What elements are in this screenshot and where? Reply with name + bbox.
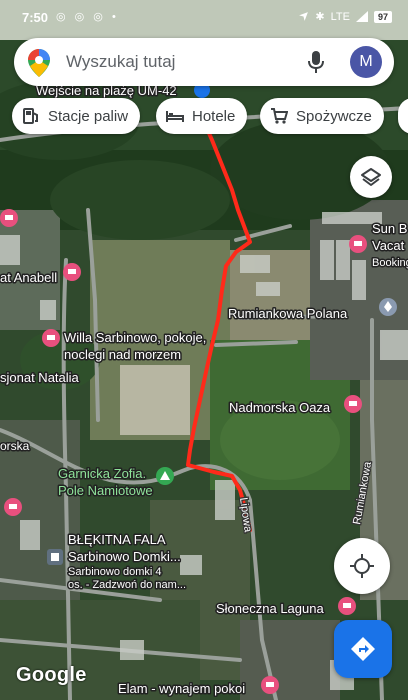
map-label-willa-2[interactable]: noclegi nad morzem [63,346,183,364]
search-bar[interactable]: Wyszukaj tutaj M [14,38,394,86]
map-label-willa-1[interactable]: Willa Sarbinowo, pokoje, [63,329,208,347]
mic-icon[interactable] [308,50,324,74]
hotel-pin-icon[interactable] [42,329,60,347]
chip-gas-stations[interactable]: Stacje paliw [12,98,141,134]
map-label-garnicka-1[interactable]: Garnicka Zofia. [57,465,148,483]
map-label-blekitna-2[interactable]: Sarbinowo Domki... [67,548,183,566]
status-time: 7:50 [22,10,49,25]
signal-icon [355,11,368,22]
chip-more[interactable] [398,98,408,134]
cart-icon [270,107,288,125]
chip-label: Spożywcze [296,107,372,125]
category-chips: Stacje paliw Hotele Spożywcze [12,98,408,134]
avatar[interactable]: M [350,46,382,78]
gray-pin-icon[interactable] [379,298,397,316]
hotel-pin-icon[interactable] [4,498,22,516]
notification-icons: ◎ ◎ ◎ • [56,11,119,23]
status-bar: 7:50 ◎ ◎ ◎ • ✱ LTE 97 [0,0,408,36]
chip-label: Stacje paliw [48,107,129,125]
search-input[interactable]: Wyszukaj tutaj [66,52,175,72]
map-label-nadmorska-oaza[interactable]: Nadmorska Oaza [228,399,333,417]
map-label-natalia[interactable]: sjonat Natalia [0,369,81,387]
hotel-pin-icon[interactable] [261,676,279,694]
chip-hotels[interactable]: Hotele [156,98,248,134]
hotel-pin-icon[interactable] [344,395,362,413]
battery-icon: 97 [373,10,392,23]
hotel-pin-icon[interactable] [338,597,356,615]
directions-icon [351,637,375,661]
status-icons: ✱ LTE 97 [298,10,392,23]
hotel-pin-icon[interactable] [0,209,18,227]
campsite-pin-icon[interactable] [156,467,174,485]
my-location-button[interactable] [334,538,390,594]
map-label-domki-2[interactable]: os. - Zadzwoń do nam... [67,578,188,593]
layers-icon [361,168,381,186]
map-label-domki-1[interactable]: Sarbinowo domki 4 [67,565,164,580]
hotel-pin-icon[interactable] [349,235,367,253]
location-arrow-icon [299,12,309,21]
hotel-pin-icon[interactable] [63,263,81,281]
building-pin-icon[interactable] [47,549,63,565]
bluetooth-icon: ✱ [315,11,325,23]
layers-button[interactable] [350,156,392,198]
gas-station-icon [22,107,40,125]
map-label-morska: orska [0,439,30,453]
map-label-elam[interactable]: Elam - wynajem pokoi [117,680,247,698]
google-watermark: Google [16,664,87,686]
map-label-booking: Booking [372,257,408,269]
google-maps-logo-icon [28,49,50,77]
chip-label: Hotele [192,107,236,125]
directions-button[interactable] [334,620,392,678]
map-label-sloneczna[interactable]: Słoneczna Laguna [215,600,326,618]
map-label-rumiankowa-polana[interactable]: Rumiankowa Polana [227,305,350,323]
chip-groceries[interactable]: Spożywcze [260,98,384,134]
map-label-sun-b-2[interactable]: Vacat [371,237,407,255]
map-label-sun-b-1[interactable]: Sun B [371,220,408,238]
network-label: LTE [330,10,350,23]
crosshair-icon [350,554,374,578]
map-label-garnicka-2[interactable]: Pole Namiotowe [57,482,155,500]
bed-icon [166,107,184,125]
map-label-anabell[interactable]: at Anabell [0,269,59,287]
map-label-blekitna-1[interactable]: BŁĘKITNA FALA [67,531,168,549]
